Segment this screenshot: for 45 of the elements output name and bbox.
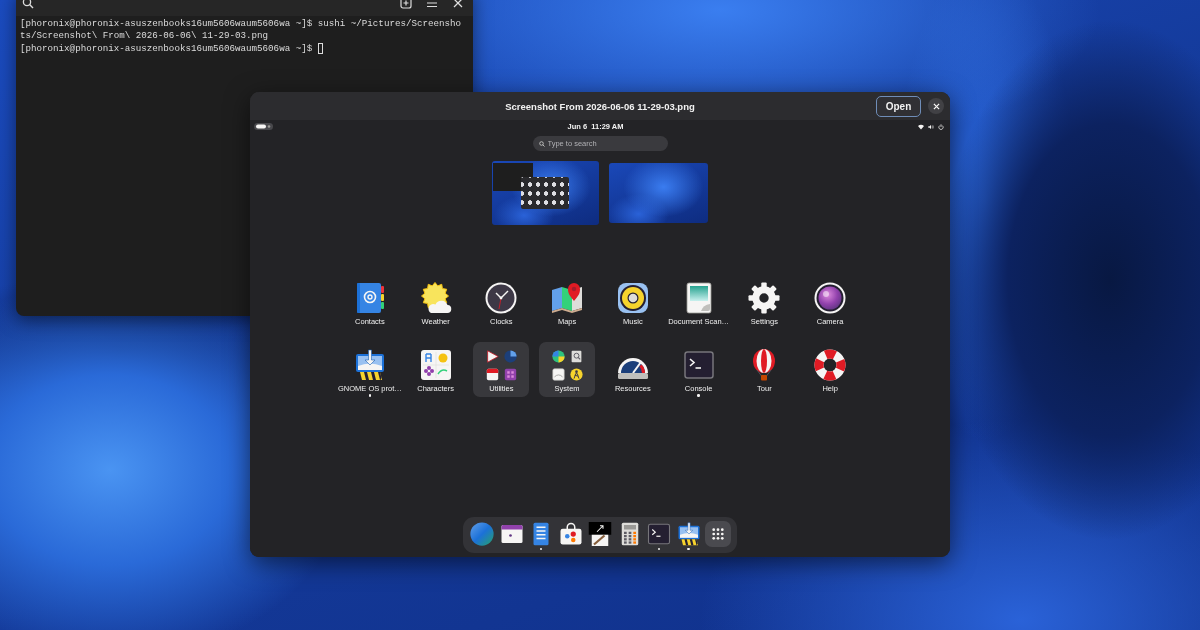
workspace-thumbnail[interactable]	[609, 163, 708, 223]
map-pin-icon	[551, 282, 584, 314]
screen-download-icon	[353, 349, 386, 381]
terminal-line: ts/Screenshot\ From\ 2026-06-06\ 11-29-03.png	[20, 30, 269, 43]
close-button[interactable]	[928, 98, 944, 114]
window-icon[interactable]	[499, 522, 524, 546]
screen-download-icon[interactable]	[676, 522, 701, 546]
sun-cloud-icon	[419, 282, 452, 314]
window-title: Screenshot From 2026-06-06 11-29-03.png	[505, 100, 695, 112]
search-icon	[538, 140, 545, 147]
gear-icon	[748, 282, 781, 314]
image-icon[interactable]	[588, 522, 612, 546]
pie-chart-icon	[551, 349, 565, 363]
new-tab-icon[interactable]	[400, 0, 412, 9]
speaker-icon	[616, 282, 649, 314]
grid-tile-icon	[503, 367, 517, 381]
terminal-icon	[682, 349, 715, 381]
show-apps-button[interactable]	[705, 521, 731, 547]
terminal-line: [phoronix@phoronix-asuszenbooks16um5606waum5606wa ~]$ sushi ~/Pictures/Screensho	[20, 18, 462, 31]
wifi-icon[interactable]	[918, 123, 924, 130]
pie-chart-icon	[503, 349, 517, 363]
clock-icon	[485, 282, 518, 314]
camera-lens-icon	[814, 282, 847, 314]
workspace-thumbnail[interactable]	[492, 161, 599, 225]
power-icon[interactable]	[938, 123, 944, 130]
open-button[interactable]: Open	[876, 95, 921, 117]
menu-icon[interactable]	[426, 0, 438, 9]
window-thumbnail	[521, 177, 569, 209]
shopping-bag-icon[interactable]	[558, 522, 583, 546]
calendar-icon	[485, 367, 499, 381]
play-icon	[485, 349, 499, 363]
figure-disc-icon	[569, 367, 583, 381]
globe-icon[interactable]	[470, 522, 494, 546]
terminal-line: [phoronix@phoronix-asuszenbooks16um5606waum5606wa ~]$	[20, 42, 313, 55]
search-icon[interactable]	[22, 0, 34, 9]
app-grid-icon	[712, 528, 724, 540]
lifebuoy-icon	[814, 349, 847, 381]
square-icon	[551, 367, 565, 381]
close-icon	[932, 102, 940, 110]
document-search-icon	[569, 349, 583, 363]
glyph-tiles-icon	[419, 349, 452, 381]
volume-icon[interactable]	[928, 123, 934, 130]
terminal-icon[interactable]	[647, 522, 671, 546]
workspace-indicator-icon[interactable]	[254, 123, 273, 130]
close-icon[interactable]	[452, 0, 464, 9]
